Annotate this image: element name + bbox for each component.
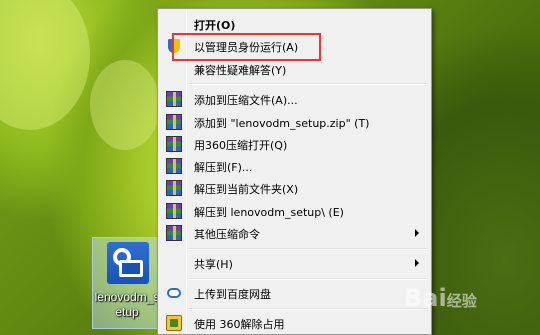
archive-icon	[166, 136, 182, 152]
menu-item-share[interactable]: 共享(H)	[160, 252, 429, 274]
submenu-arrow-icon	[415, 229, 419, 237]
menu-item-add-to-archive[interactable]: 添加到压缩文件(A)...	[160, 88, 429, 110]
menu-item-label: 其他压缩命令	[194, 228, 260, 241]
archive-icon	[166, 91, 182, 107]
box-icon	[119, 260, 143, 277]
archive-icon	[166, 158, 182, 174]
menu-item-add-to-zip[interactable]: 添加到 "lenovodm_setup.zip" (T)	[160, 111, 429, 133]
menu-item-label: 打开(O)	[194, 19, 236, 32]
menu-item-label: 添加到 "lenovodm_setup.zip" (T)	[194, 117, 370, 130]
menu-item-upload-baidu-pan[interactable]: 上传到百度网盘	[160, 282, 429, 304]
menu-item-extract-to[interactable]: 解压到(F)...	[160, 155, 429, 177]
menu-item-compat-troubleshoot[interactable]: 兼容性疑难解答(Y)	[160, 58, 429, 80]
desktop-file-icon-lenovodm-setup[interactable]: lenovodm_setup	[92, 237, 162, 329]
archive-icon	[166, 114, 182, 130]
cloud-icon	[167, 288, 181, 298]
menu-item-label: 兼容性疑难解答(Y)	[194, 64, 287, 77]
archive-icon	[166, 203, 182, 219]
menu-item-extract-here[interactable]: 解压到当前文件夹(X)	[160, 177, 429, 199]
menu-item-label: 解压到(F)...	[194, 161, 253, 174]
annotation-highlight-box	[172, 33, 321, 61]
menu-item-extract-to-folder[interactable]: 解压到 lenovodm_setup\ (E)	[160, 200, 429, 222]
watermark-logo: Bai经验	[404, 284, 477, 312]
menu-item-label: 使用 360解除占用	[194, 318, 285, 331]
installer-app-icon	[107, 242, 149, 284]
menu-item-other-compress[interactable]: 其他压缩命令	[160, 222, 429, 244]
menu-item-label: 添加到压缩文件(A)...	[194, 94, 298, 107]
menu-item-360-unlock[interactable]: 使用 360解除占用	[160, 312, 429, 334]
submenu-arrow-icon	[415, 259, 419, 267]
menu-item-label: 用360压缩打开(Q)	[194, 139, 288, 152]
menu-separator	[188, 278, 427, 280]
menu-item-label: 共享(H)	[194, 258, 233, 271]
menu-item-label: 解压到 lenovodm_setup\ (E)	[194, 206, 344, 219]
archive-icon	[166, 225, 182, 241]
menu-item-label: 上传到百度网盘	[194, 288, 271, 301]
desktop-icon-label: lenovodm_setup	[94, 290, 160, 319]
menu-item-open-with-360[interactable]: 用360压缩打开(Q)	[160, 133, 429, 155]
menu-item-open[interactable]: 打开(O)	[160, 13, 429, 35]
menu-separator	[188, 248, 427, 250]
watermark-text: Bai	[404, 284, 447, 312]
watermark-suffix: 经验	[446, 292, 477, 310]
unlock-icon	[166, 315, 182, 331]
menu-separator	[188, 83, 427, 85]
menu-item-label: 解压到当前文件夹(X)	[194, 183, 299, 196]
archive-icon	[166, 180, 182, 196]
menu-separator	[188, 308, 427, 310]
